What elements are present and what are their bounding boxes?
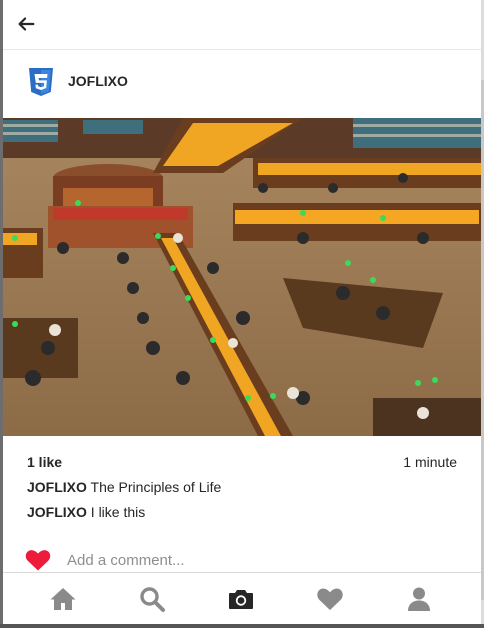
heart-icon[interactable]	[316, 585, 344, 613]
top-bar	[3, 0, 481, 50]
caption-line: JOFLIXO The Principles of Life	[27, 479, 221, 495]
caption-line: JOFLIXO I like this	[27, 504, 145, 520]
post-header: JOFLIXO	[3, 50, 481, 118]
caption-text: The Principles of Life	[90, 479, 222, 495]
user-icon[interactable]	[405, 585, 433, 613]
window-bottom-edge	[0, 624, 484, 628]
comment-input[interactable]	[67, 549, 447, 571]
heart-icon[interactable]	[25, 548, 51, 572]
post-time: 1 minute	[403, 454, 457, 470]
home-icon[interactable]	[49, 585, 77, 613]
comment-row	[25, 546, 465, 574]
post-username[interactable]: JOFLIXO	[68, 73, 128, 89]
caption-username[interactable]: JOFLIXO	[27, 479, 87, 495]
post-photo[interactable]	[3, 118, 481, 436]
bottom-tab-bar	[3, 572, 481, 624]
arrow-left-icon[interactable]	[15, 13, 37, 35]
caption-text: I like this	[90, 504, 146, 520]
css3-logo-icon[interactable]	[27, 67, 55, 97]
camera-icon[interactable]	[227, 585, 255, 613]
search-icon[interactable]	[138, 585, 166, 613]
like-count[interactable]: 1 like	[27, 454, 62, 470]
caption-username[interactable]: JOFLIXO	[27, 504, 87, 520]
post-page: JOFLIXO 1 like 1 minute JOFLIXO The Prin…	[3, 0, 481, 624]
library-photo	[3, 118, 481, 436]
